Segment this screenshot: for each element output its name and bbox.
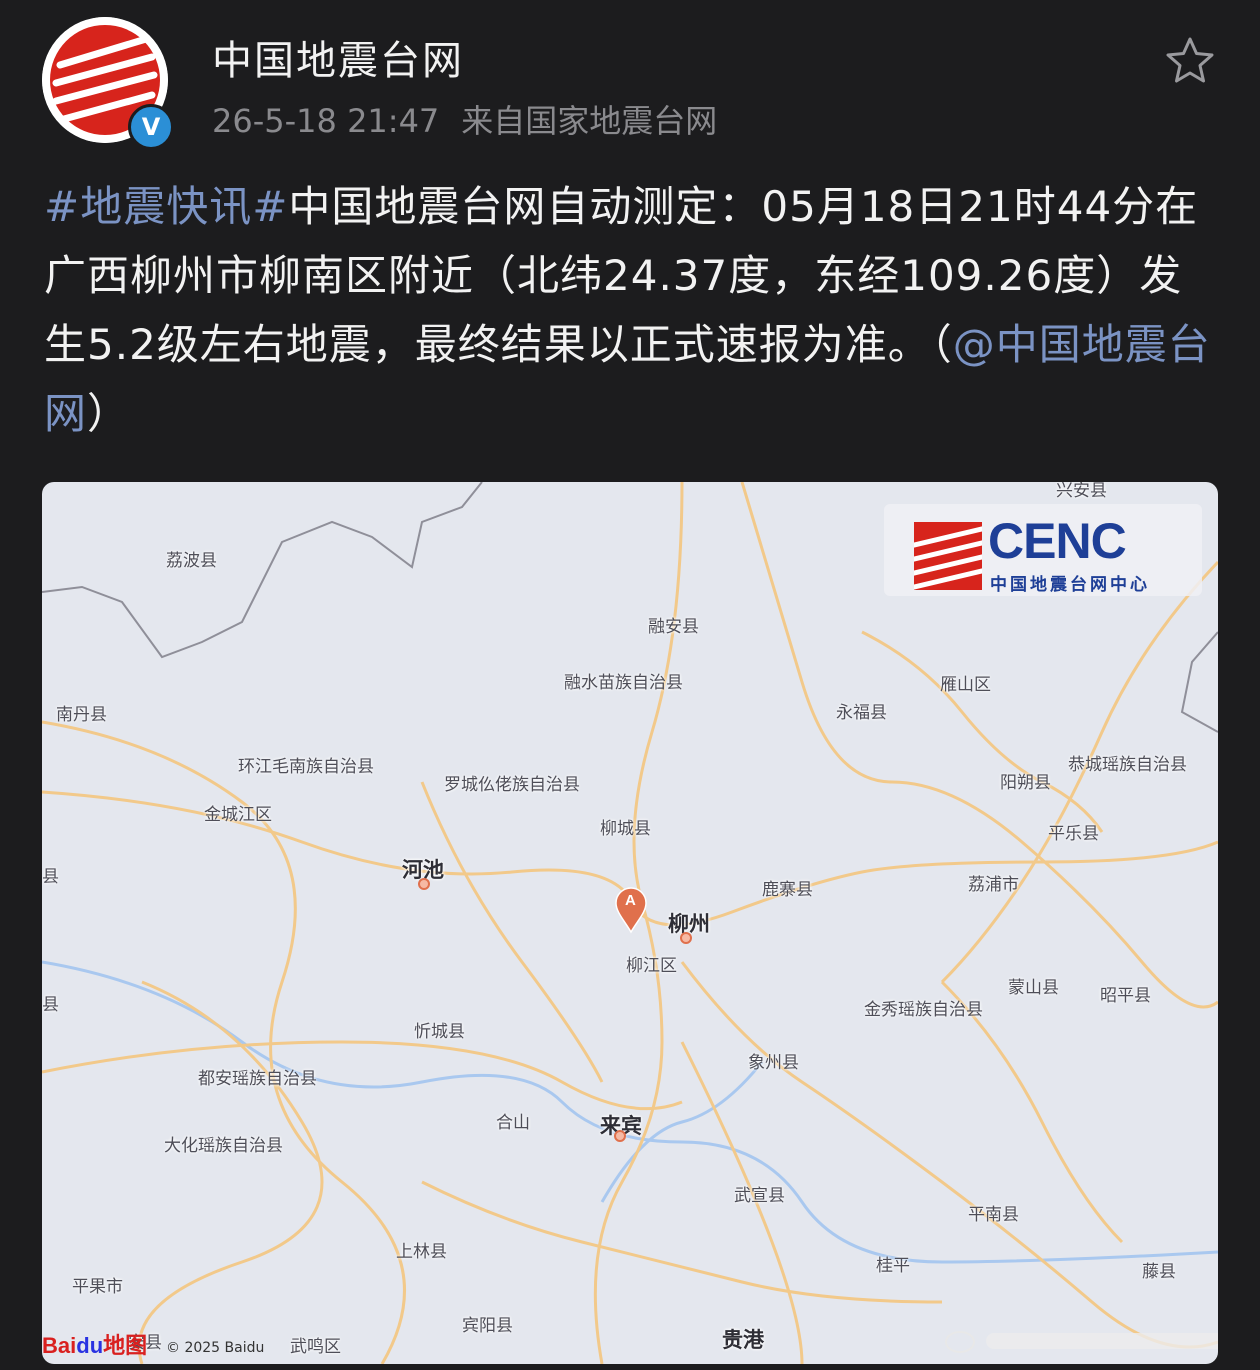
city-label: 贵港 [722,1328,764,1352]
place-label: 荔波县 [166,551,217,571]
place-label: 雁山区 [940,675,991,695]
place-label: 永福县 [836,703,887,723]
place-label: 合山 [496,1113,530,1133]
place-label: 平南县 [968,1205,1019,1225]
baidu-brand-ditu: 地图 [103,1333,148,1358]
city-dot [614,1130,626,1142]
verified-badge: V [128,104,174,150]
hashtag-link[interactable]: #地震快讯# [44,182,288,231]
place-label: 金秀瑶族自治县 [864,1000,983,1020]
cenc-logo: CENC 中国地震台网中心 [884,504,1202,596]
place-label: 环江毛南族自治县 [238,757,374,777]
baidu-brand-bai: Bai [42,1333,77,1358]
place-label: 藤县 [1142,1262,1176,1282]
marker-label: A [625,892,636,909]
map-image[interactable]: 兴安县 荔波县 融安县 融水苗族自治县 雁山区 南丹县 永福县 环江毛南族自治县… [42,482,1218,1364]
place-label: 鹿寨县 [762,880,813,900]
post-source: 来自国家地震台网 [461,102,718,140]
place-label: 柳城县 [600,819,651,839]
place-label: 平乐县 [1048,824,1099,844]
place-label: 恭城瑶族自治县 [1068,755,1187,775]
place-label: 柳江区 [626,956,677,976]
place-label: 阳朔县 [1000,773,1051,793]
map-copyright: © 2025 Baidu [166,1340,265,1356]
place-label: 大化瑶族自治县 [164,1136,283,1156]
place-label: 桂平 [876,1256,910,1276]
post-meta: 26-5-18 21:47 来自国家地震台网 [212,96,717,142]
place-label: 都安瑶族自治县 [198,1069,317,1089]
city-dot [680,932,692,944]
account-name[interactable]: 中国地震台网 [212,28,464,86]
place-label: 平果市 [72,1277,123,1297]
place-label: 上林县 [396,1242,447,1262]
city-dot [418,878,430,890]
place-label: 宾阳县 [462,1316,513,1336]
place-label: 象州县 [748,1053,799,1073]
star-icon[interactable] [1162,33,1218,89]
place-label: 蒙山县 [1008,978,1059,998]
place-label: 融安县 [648,617,699,637]
place-label: 罗城仫佬族自治县 [444,775,580,795]
cenc-mark-icon [914,522,982,590]
place-label: 金城江区 [204,805,272,825]
place-label: 县 [42,995,59,1015]
post-text: #地震快讯#中国地震台网自动测定：05月18日21时44分在广西柳州市柳南区附近… [44,172,1214,448]
place-label: 融水苗族自治县 [564,673,683,693]
place-label: 县 [42,867,59,887]
cenc-logo-text: CENC [988,513,1127,569]
place-label: 忻城县 [414,1022,465,1042]
cenc-logo-subtitle: 中国地震台网中心 [990,575,1150,595]
place-label: 武鸣区 [290,1337,341,1357]
baidu-map-logo: Baidu地图 [42,1328,147,1360]
place-label: 荔浦市 [968,875,1019,895]
baidu-brand-du: du [76,1333,104,1358]
post-timestamp: 26-5-18 21:47 [212,102,440,140]
place-label: 南丹县 [56,705,107,725]
place-label: 昭平县 [1100,986,1151,1006]
place-label: 兴安县 [1056,482,1107,501]
weibo-watermark-icon [945,1331,1218,1353]
post-closing: ） [87,389,131,438]
place-label: 武宣县 [734,1186,785,1206]
